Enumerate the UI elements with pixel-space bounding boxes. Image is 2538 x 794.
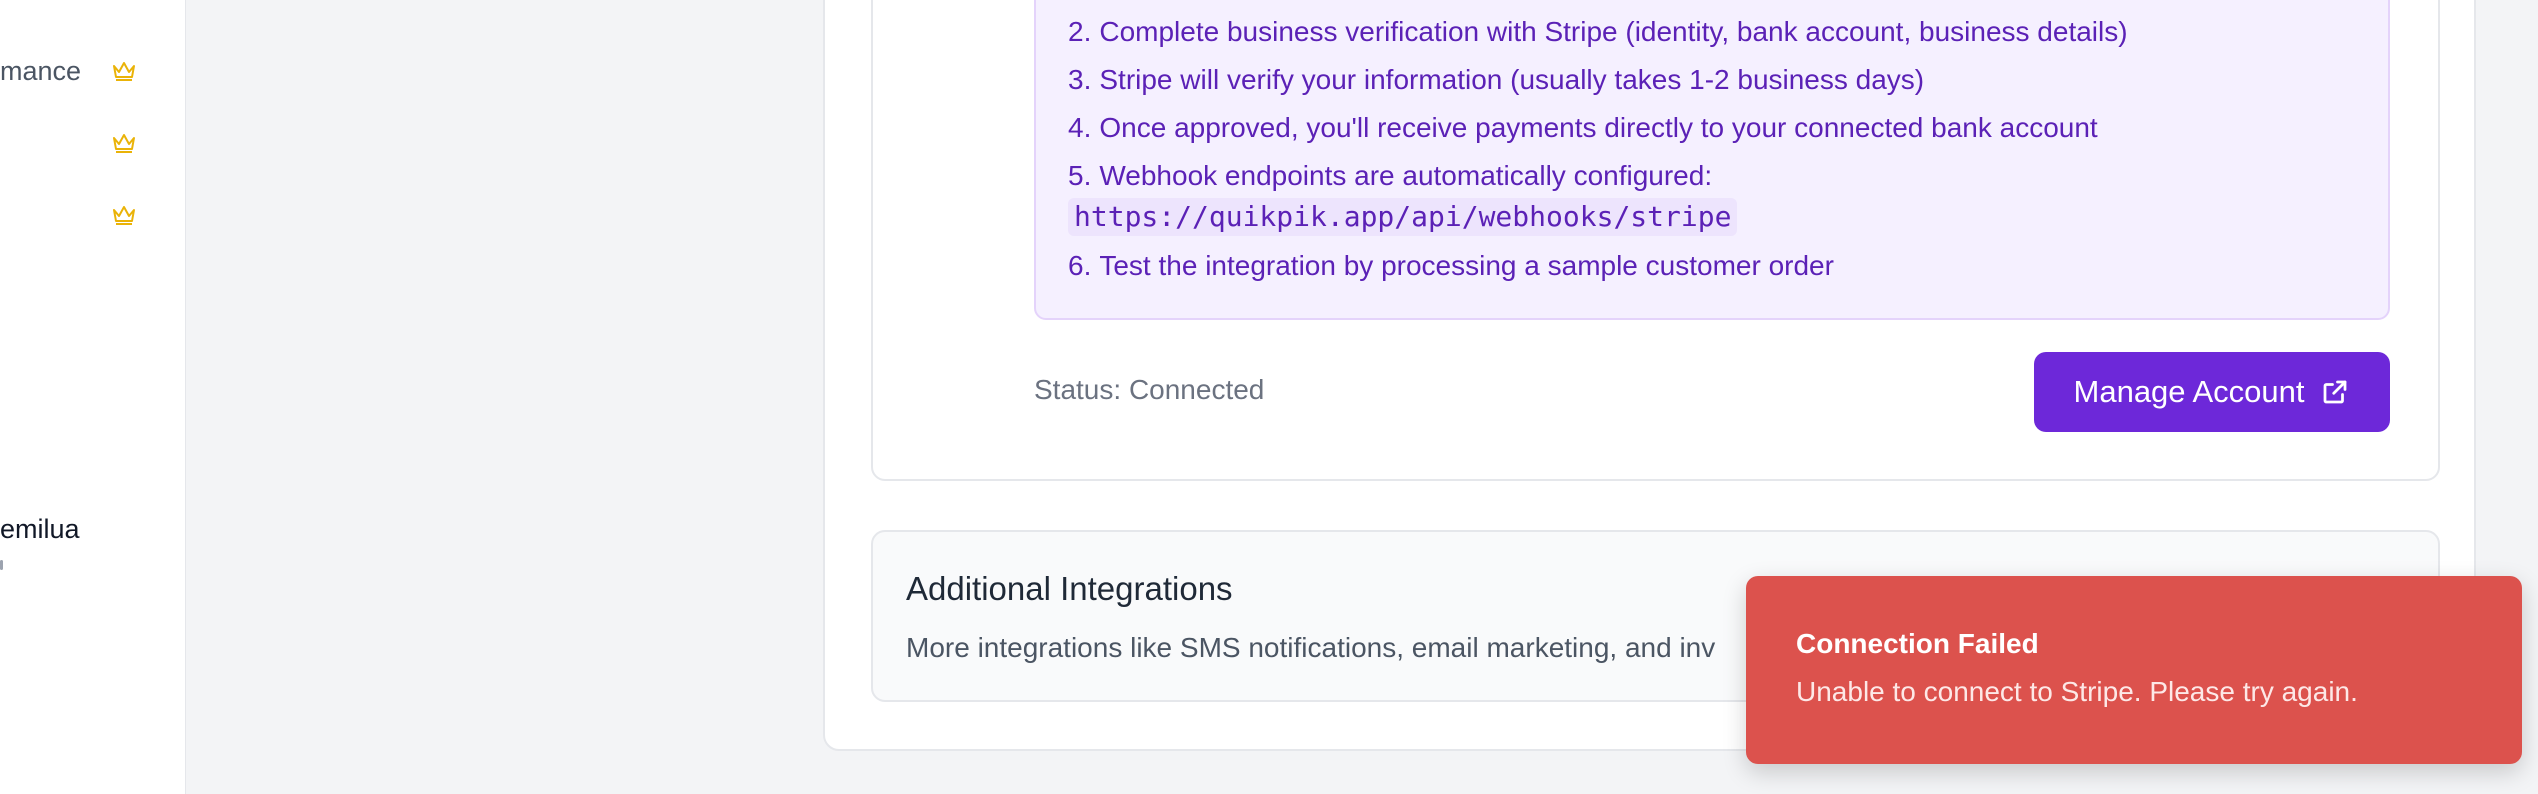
sidebar-item-performance[interactable]: mance xyxy=(0,50,185,90)
user-name[interactable]: emilua xyxy=(0,514,80,545)
toast-title: Connection Failed xyxy=(1796,628,2039,659)
setup-step: 3. Stripe will verify your information (u… xyxy=(1068,64,1925,95)
toast-message: Unable to connect to Stripe. Please try … xyxy=(1796,676,2358,707)
setup-step: 2. Complete business verification with St… xyxy=(1068,16,2128,47)
crown-icon xyxy=(113,62,135,81)
error-toast[interactable]: Connection Failed Unable to connect to S… xyxy=(1746,576,2522,764)
setup-step: 6. Test the integration by processing a s… xyxy=(1068,250,1834,281)
webhook-url: https://quikpik.app/api/webhooks/stripe xyxy=(1068,198,1738,236)
connection-status: Status: Connected xyxy=(1034,374,1265,405)
user-subtitle xyxy=(0,560,3,570)
sidebar-item-premium-3[interactable] xyxy=(0,194,185,234)
manage-account-label: Manage Account xyxy=(2073,374,2305,409)
additional-integrations-title: Additional Integrations xyxy=(906,570,1233,607)
additional-integrations-description: More integrations like SMS notifications… xyxy=(906,632,1716,663)
sidebar-item-label: mance xyxy=(0,56,82,86)
external-link-icon xyxy=(2324,380,2347,404)
sidebar: mance emilua xyxy=(0,0,186,794)
setup-step: 5. Webhook endpoints are automatically co… xyxy=(1068,160,1713,191)
crown-icon xyxy=(113,134,135,153)
setup-step: 4. Once approved, you'll receive payments… xyxy=(1068,112,2098,143)
crown-icon xyxy=(113,206,135,225)
sidebar-item-premium-2[interactable] xyxy=(0,122,185,162)
manage-account-button[interactable]: Manage Account xyxy=(2034,352,2390,432)
